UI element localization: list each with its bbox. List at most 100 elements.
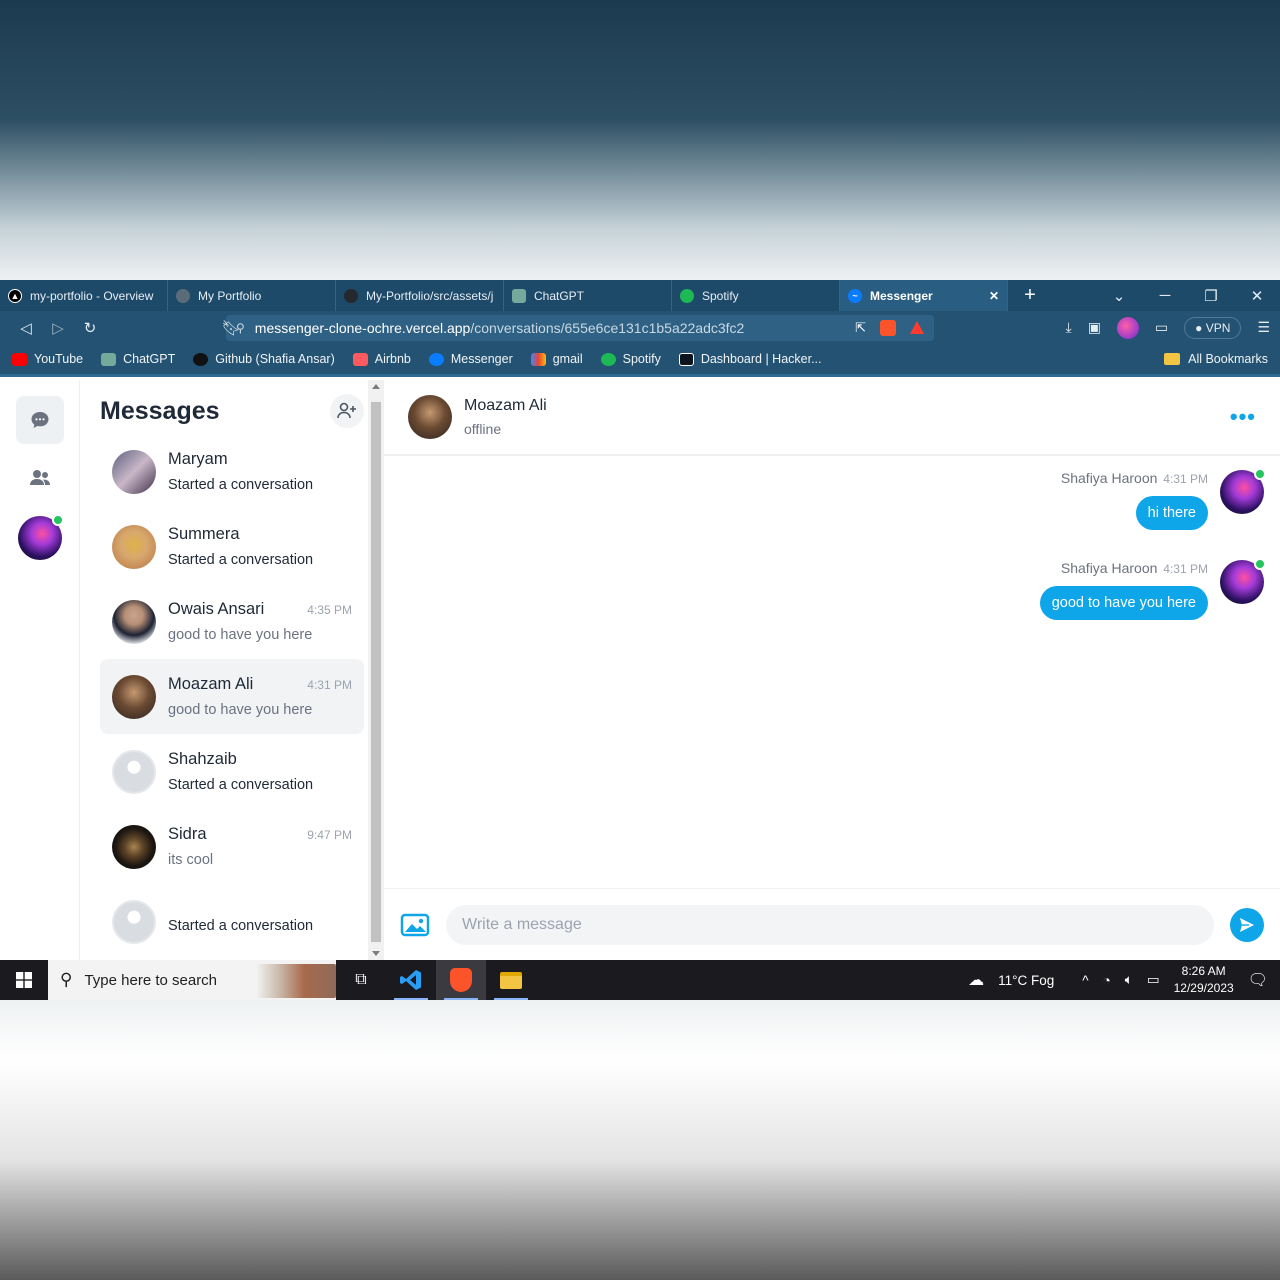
bookmark-messenger[interactable]: Messenger xyxy=(428,352,513,366)
tab-my-portfolio-overview[interactable]: ▲ my-portfolio - Overview xyxy=(0,280,168,311)
task-view-icon: ⧉ xyxy=(355,971,367,988)
conversation-preview: Started a conversation xyxy=(168,552,314,568)
message-input[interactable] xyxy=(446,904,1214,945)
clock[interactable]: 8:26 AM 12/29/2023 xyxy=(1174,963,1234,997)
share-icon[interactable]: ⇱ xyxy=(855,320,866,336)
chat-bubble-icon xyxy=(31,412,48,428)
conversation-item[interactable]: Shahzaib Started a conversation xyxy=(100,734,364,809)
bookmark-airbnb[interactable]: Airbnb xyxy=(352,352,411,366)
vpn-button[interactable]: ● VPN xyxy=(1184,316,1242,339)
toolbar-right: ⤓ ▣ ▭ ● VPN ☰ xyxy=(1065,316,1270,339)
weather-text[interactable]: 11°C Fog xyxy=(998,973,1054,988)
tray-chevron-icon[interactable]: ^ xyxy=(1082,973,1088,988)
chatgpt-icon xyxy=(101,352,117,366)
tab-my-portfolio[interactable]: My Portfolio xyxy=(168,280,336,311)
address-bar[interactable]: ⚲ messenger-clone-ochre.vercel.app/conve… xyxy=(226,314,934,341)
scroll-down-arrow-icon[interactable] xyxy=(372,951,380,956)
close-tab-icon[interactable]: ✕ xyxy=(989,289,999,303)
current-user-avatar[interactable] xyxy=(17,514,64,560)
scrollbar-thumb[interactable] xyxy=(371,402,381,942)
sidebar-toggle-icon[interactable]: ▣ xyxy=(1088,319,1101,336)
taskbar-vscode[interactable] xyxy=(386,960,436,1000)
tab-spotify[interactable]: Spotify xyxy=(672,280,840,311)
tab-list-chevron-icon[interactable]: ⌄ xyxy=(1096,287,1142,305)
back-icon[interactable]: ◁ xyxy=(10,319,42,337)
close-window-icon[interactable]: ✕ xyxy=(1234,287,1280,305)
gmail-icon xyxy=(530,352,546,366)
conversation-item[interactable]: Summera Started a conversation xyxy=(100,509,364,584)
avatar xyxy=(112,674,156,719)
conversation-item[interactable]: Started a conversation xyxy=(100,884,364,959)
conversation-preview: good to have you here xyxy=(168,702,313,718)
taskbar-file-explorer[interactable] xyxy=(486,960,536,1000)
users-icon xyxy=(29,470,50,485)
reload-icon[interactable]: ↻ xyxy=(74,319,106,337)
chats-nav-button[interactable] xyxy=(15,396,64,444)
forward-icon[interactable]: ▷ xyxy=(42,319,74,337)
weather-icon[interactable]: ☁ xyxy=(968,970,984,990)
conversation-time: 9:47 PM xyxy=(307,828,352,842)
tab-chatgpt[interactable]: ChatGPT xyxy=(504,280,672,311)
scroll-up-arrow-icon[interactable] xyxy=(372,384,380,389)
hackerrank-icon xyxy=(678,352,694,366)
conversation-item[interactable]: Owais Ansari 4:35 PM good to have you her… xyxy=(100,584,364,659)
system-tray: ☁ 11°C Fog ^ ◔ 🔈︎ ▭ 8:26 AM 12/29/2023 🗨… xyxy=(968,963,1280,997)
nav-rail xyxy=(0,380,80,960)
download-icon[interactable]: ⤓ xyxy=(1065,319,1071,336)
tab-github-assets[interactable]: My-Portfolio/src/assets/j xyxy=(336,280,504,311)
menu-icon[interactable]: ☰ xyxy=(1257,319,1270,336)
bookmark-gmail[interactable]: gmail xyxy=(530,352,583,366)
conversation-time: 4:31 PM xyxy=(307,678,352,692)
more-options-icon[interactable]: ••• xyxy=(1230,404,1256,430)
windows-logo-icon xyxy=(16,972,32,988)
messenger-icon: ~ xyxy=(848,288,862,303)
taskbar-brave[interactable] xyxy=(436,960,486,1000)
globe-icon xyxy=(176,288,190,303)
taskbar-search-placeholder: Type here to search xyxy=(84,971,218,989)
conversation-item-selected[interactable]: Moazam Ali 4:31 PM good to have you here xyxy=(100,659,364,734)
restore-icon[interactable]: ❐ xyxy=(1188,287,1234,305)
bookmark-icon[interactable]: 🔖︎ xyxy=(215,319,247,337)
messenger-app: Messages Maryam Started a conversation S… xyxy=(0,380,1280,960)
chat-partner-avatar[interactable] xyxy=(408,395,452,439)
volume-icon[interactable]: 🔈︎ xyxy=(1125,972,1133,988)
network-icon[interactable]: ◔ xyxy=(1103,973,1111,988)
folder-icon xyxy=(1164,353,1181,365)
minimize-icon[interactable]: ─ xyxy=(1142,287,1188,305)
start-button[interactable] xyxy=(0,960,48,1000)
spotify-icon xyxy=(600,352,616,366)
battery-icon[interactable]: ▭ xyxy=(1147,972,1160,988)
new-tab-button[interactable]: + xyxy=(1008,284,1052,307)
spotify-icon xyxy=(680,288,694,303)
tab-messenger[interactable]: ~ Messenger ✕ xyxy=(840,280,1008,311)
send-button[interactable] xyxy=(1230,907,1264,942)
conversation-item[interactable]: Maryam Started a conversation xyxy=(100,434,364,509)
all-bookmarks[interactable]: All Bookmarks xyxy=(1164,352,1268,366)
browser-tab-strip: ▲ my-portfolio - Overview My Portfolio M… xyxy=(0,280,1280,311)
add-group-button[interactable] xyxy=(330,394,364,428)
brave-shield-icon[interactable] xyxy=(880,319,896,336)
users-nav-button[interactable] xyxy=(16,454,64,502)
brave-rewards-icon[interactable] xyxy=(910,321,924,334)
wallet-icon[interactable]: ▭ xyxy=(1155,319,1168,336)
bookmark-spotify[interactable]: Spotify xyxy=(600,352,661,366)
notifications-icon[interactable]: 🗨︎ xyxy=(1248,970,1268,990)
conversation-list-scrollbar[interactable] xyxy=(368,380,384,960)
vscode-icon xyxy=(400,970,421,990)
image-upload-icon[interactable] xyxy=(400,912,430,938)
avatar xyxy=(112,824,156,869)
taskbar-search[interactable]: ⚲ Type here to search xyxy=(48,960,336,1000)
search-highlight-image xyxy=(256,964,336,998)
chatgpt-icon xyxy=(512,288,526,303)
message-meta: Shafiya Haroon 4:31 PM xyxy=(1061,470,1208,486)
bookmark-hackerrank[interactable]: Dashboard | Hacker... xyxy=(678,352,822,366)
bookmark-github[interactable]: Github (Shafia Ansar) xyxy=(193,352,335,366)
message-sender: Shafiya Haroon xyxy=(1060,560,1158,576)
profile-avatar[interactable] xyxy=(1116,316,1139,339)
task-view-button[interactable]: ⧉ xyxy=(336,960,386,1000)
conversation-item[interactable]: Sidra 9:47 PM its cool xyxy=(100,809,364,884)
bookmark-chatgpt[interactable]: ChatGPT xyxy=(101,352,175,366)
send-icon xyxy=(1240,917,1254,932)
conversation-time: 4:35 PM xyxy=(307,603,352,617)
bookmark-youtube[interactable]: YouTube xyxy=(12,352,83,366)
